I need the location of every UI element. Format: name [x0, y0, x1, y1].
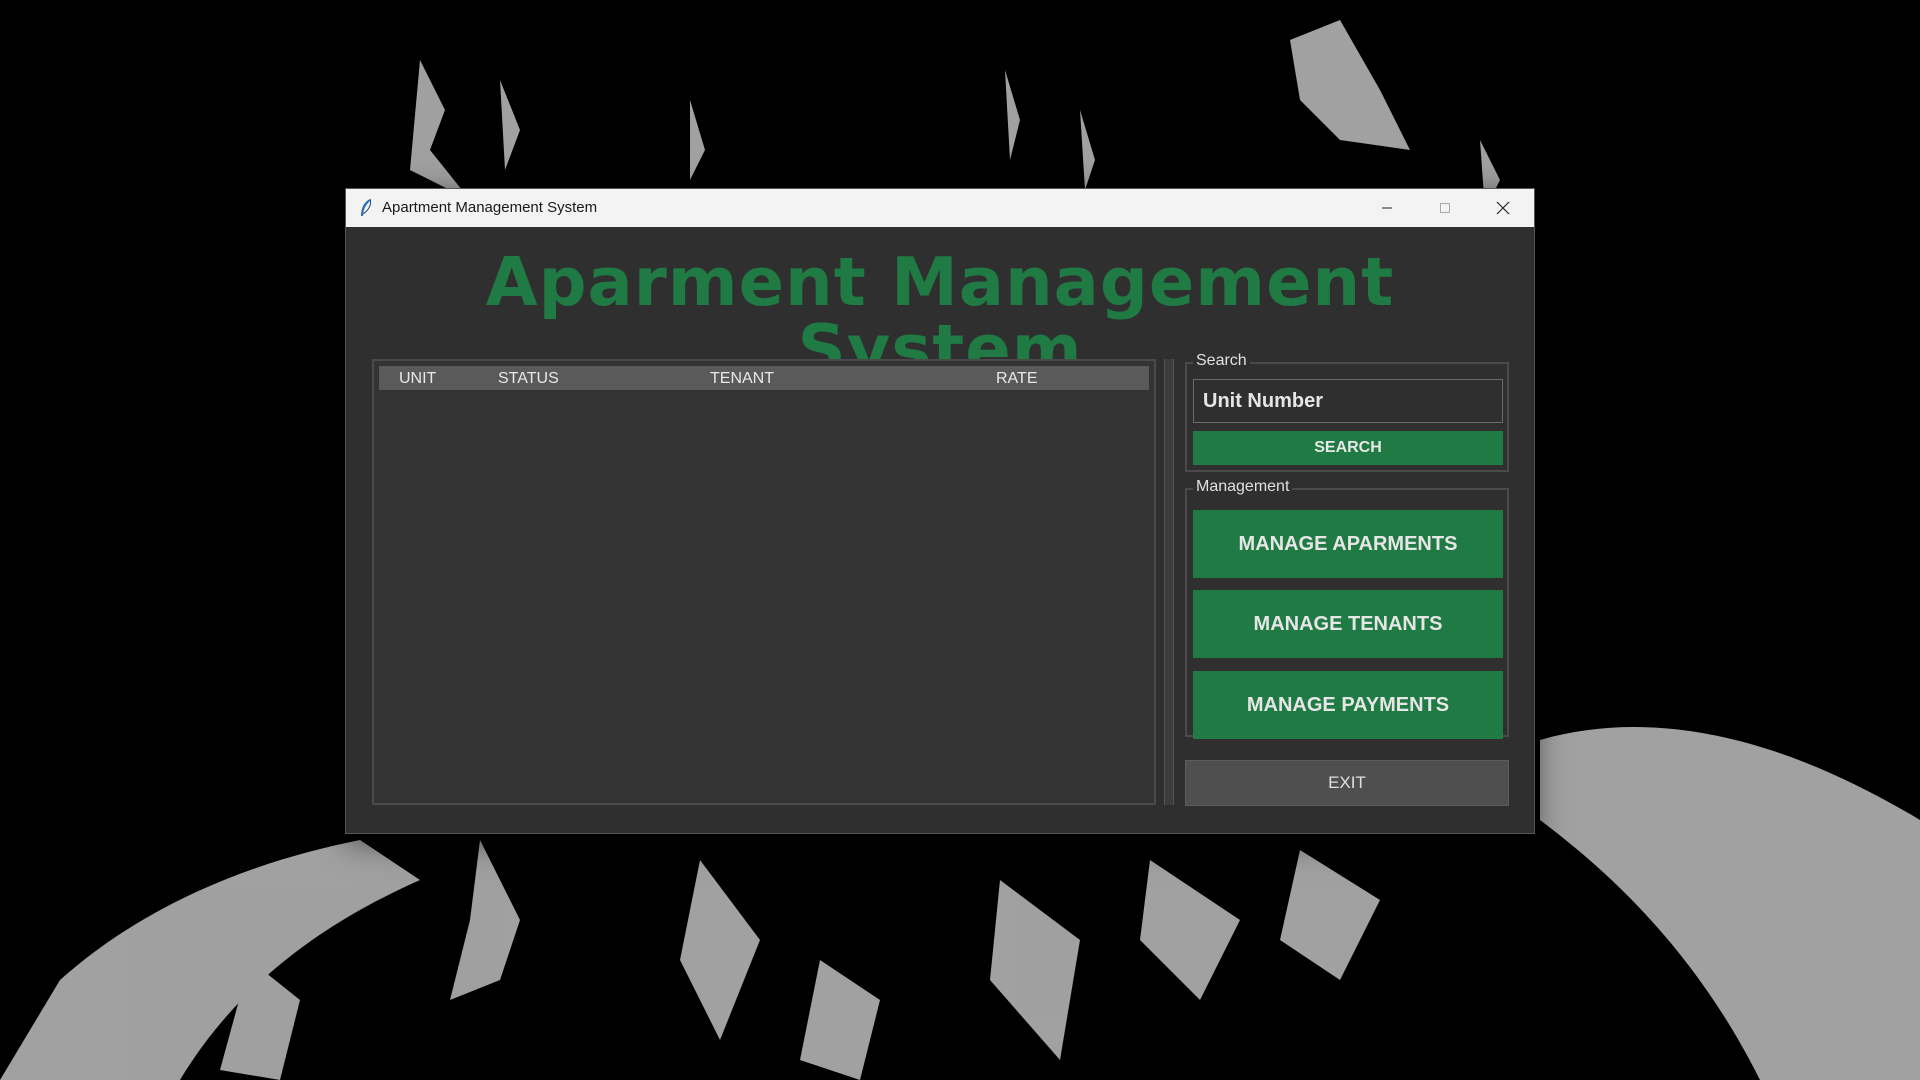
- minimize-button[interactable]: [1358, 189, 1416, 227]
- search-button[interactable]: SEARCH: [1193, 431, 1503, 465]
- manage-apartments-button[interactable]: MANAGE APARMENTS: [1193, 510, 1503, 578]
- table-scrollbar[interactable]: [1164, 359, 1174, 805]
- app-window: Apartment Management System Aparment Man…: [346, 189, 1534, 833]
- window-title: Apartment Management System: [382, 199, 598, 216]
- column-header-tenant[interactable]: TENANT: [710, 370, 774, 388]
- maximize-icon: [1440, 203, 1450, 213]
- apartments-table[interactable]: UNIT STATUS TENANT RATE: [372, 359, 1156, 805]
- search-group-label: Search: [1193, 352, 1250, 370]
- search-group: Search SEARCH: [1185, 352, 1509, 472]
- unit-number-input[interactable]: [1193, 379, 1503, 423]
- manage-tenants-button[interactable]: MANAGE TENANTS: [1193, 590, 1503, 658]
- table-header: UNIT STATUS TENANT RATE: [379, 366, 1149, 390]
- close-button[interactable]: [1474, 189, 1532, 227]
- manage-payments-button[interactable]: MANAGE PAYMENTS: [1193, 671, 1503, 739]
- maximize-button[interactable]: [1416, 189, 1474, 227]
- title-bar[interactable]: Apartment Management System: [346, 189, 1534, 227]
- exit-button[interactable]: EXIT: [1185, 760, 1509, 806]
- column-header-unit[interactable]: UNIT: [399, 370, 436, 388]
- minimize-icon: [1382, 207, 1392, 209]
- column-header-status[interactable]: STATUS: [498, 370, 559, 388]
- table-body[interactable]: [379, 391, 1149, 799]
- close-icon: [1496, 201, 1510, 215]
- feather-icon: [361, 198, 372, 216]
- management-group-label: Management: [1193, 478, 1293, 496]
- management-group: Management MANAGE APARMENTS MANAGE TENAN…: [1185, 478, 1509, 739]
- column-header-rate[interactable]: RATE: [996, 370, 1037, 388]
